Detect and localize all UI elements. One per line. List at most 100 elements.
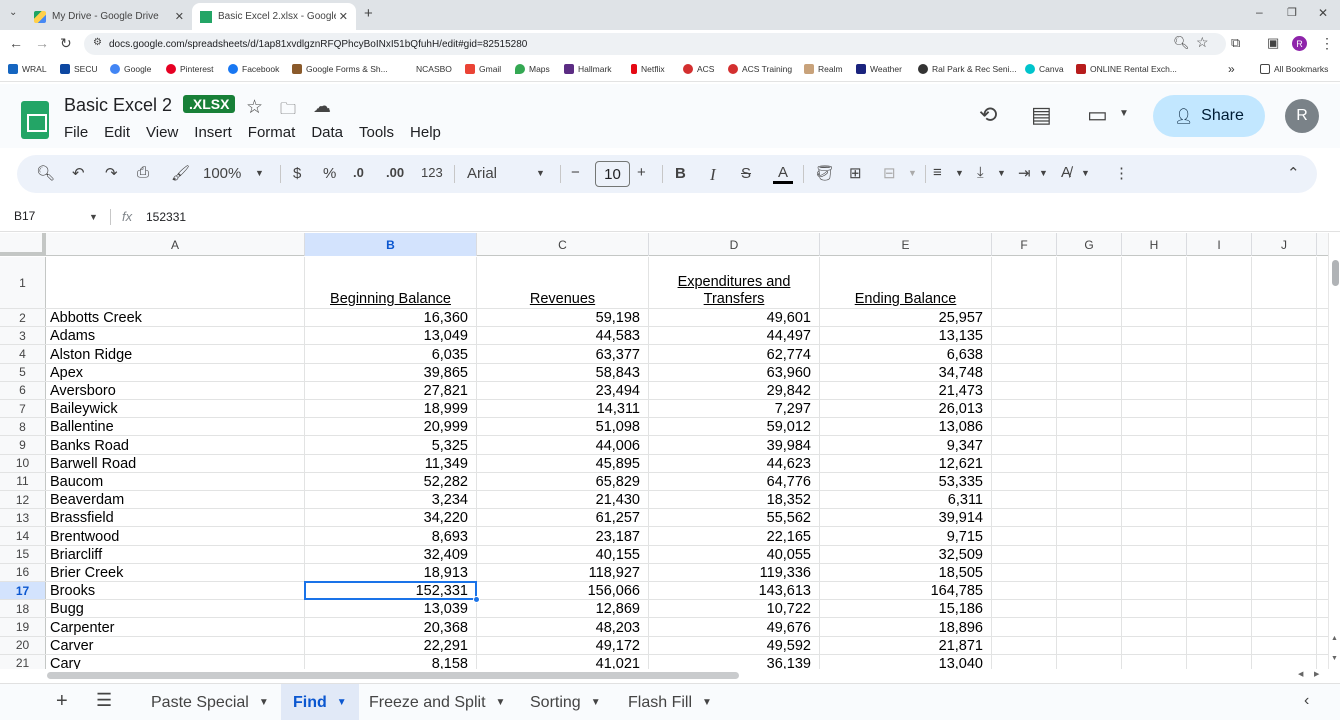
cell-d1[interactable]: Expenditures and Transfers — [649, 257, 820, 308]
cell-h17[interactable] — [1122, 582, 1187, 600]
cell-e2[interactable]: 25,957 — [820, 309, 992, 327]
column-header-d[interactable]: D — [649, 233, 820, 256]
font-select[interactable]: Arial — [467, 165, 497, 182]
bold-button[interactable]: B — [675, 165, 686, 182]
cell-c4[interactable]: 63,377 — [477, 345, 649, 363]
cell-c7[interactable]: 14,311 — [477, 400, 649, 418]
cell-g17[interactable] — [1057, 582, 1122, 600]
cell-i15[interactable] — [1187, 545, 1252, 563]
cell-f14[interactable] — [992, 527, 1057, 545]
row-header-9[interactable]: 9 — [0, 436, 46, 454]
cell-a7[interactable]: Baileywick — [46, 400, 305, 418]
cell-e18[interactable]: 15,186 — [820, 600, 992, 618]
cell-d13[interactable]: 55,562 — [649, 509, 820, 527]
cell-h13[interactable] — [1122, 509, 1187, 527]
cell-b13[interactable]: 34,220 — [305, 509, 477, 527]
font-dropdown-icon[interactable]: ▼ — [536, 168, 545, 178]
profile-avatar[interactable]: R — [1292, 36, 1307, 51]
vertical-scrollbar[interactable]: ▲ ▼ — [1328, 233, 1340, 669]
bookmark-acs[interactable]: ACS — [683, 64, 714, 74]
row-header-20[interactable]: 20 — [0, 636, 46, 654]
cell-e14[interactable]: 9,715 — [820, 527, 992, 545]
cell-c17[interactable]: 156,066 — [477, 582, 649, 600]
version-history-icon[interactable]: ⟲ — [979, 102, 997, 128]
cell-e13[interactable]: 39,914 — [820, 509, 992, 527]
meet-dropdown-icon[interactable]: ▼ — [1119, 108, 1129, 119]
cell-g10[interactable] — [1057, 454, 1122, 472]
cell-g13[interactable] — [1057, 509, 1122, 527]
cell-b9[interactable]: 5,325 — [305, 436, 477, 454]
column-header-h[interactable]: H — [1122, 233, 1187, 256]
cell-d12[interactable]: 18,352 — [649, 491, 820, 509]
cell-h1[interactable] — [1122, 257, 1187, 308]
cell-h14[interactable] — [1122, 527, 1187, 545]
bookmark-facebook[interactable]: Facebook — [228, 64, 279, 74]
cell-j7[interactable] — [1252, 400, 1317, 418]
row-header-7[interactable]: 7 — [0, 400, 46, 418]
all-bookmarks[interactable]: All Bookmarks — [1260, 64, 1328, 74]
cell-j4[interactable] — [1252, 345, 1317, 363]
cell-b19[interactable]: 20,368 — [305, 618, 477, 636]
cell-i10[interactable] — [1187, 454, 1252, 472]
cell-f19[interactable] — [992, 618, 1057, 636]
cell-i2[interactable] — [1187, 309, 1252, 327]
cell-b21[interactable]: 8,158 — [305, 654, 477, 669]
cell-a10[interactable]: Barwell Road — [46, 454, 305, 472]
row-header-5[interactable]: 5 — [0, 363, 46, 381]
column-header-e[interactable]: E — [820, 233, 992, 256]
cell-j21[interactable] — [1252, 654, 1317, 669]
scroll-right-icon[interactable]: ▶ — [1314, 670, 1319, 678]
extensions-icon[interactable]: ⧉ — [1231, 35, 1240, 51]
cell-h6[interactable] — [1122, 381, 1187, 399]
sheets-logo-icon[interactable] — [21, 101, 49, 139]
horizontal-scroll-thumb[interactable] — [47, 672, 739, 679]
cell-b18[interactable]: 13,039 — [305, 600, 477, 618]
bookmark-rental[interactable]: ONLINE Rental Exch... — [1076, 64, 1177, 74]
cell-f6[interactable] — [992, 381, 1057, 399]
cell-e8[interactable]: 13,086 — [820, 418, 992, 436]
cell-e10[interactable]: 12,621 — [820, 454, 992, 472]
cell-c10[interactable]: 45,895 — [477, 454, 649, 472]
cell-f8[interactable] — [992, 418, 1057, 436]
cell-f11[interactable] — [992, 472, 1057, 490]
formula-input[interactable]: 152331 — [146, 210, 186, 224]
row-header-10[interactable]: 10 — [0, 454, 46, 472]
cell-c12[interactable]: 21,430 — [477, 491, 649, 509]
row-header-8[interactable]: 8 — [0, 418, 46, 436]
cell-g8[interactable] — [1057, 418, 1122, 436]
cell-i21[interactable] — [1187, 654, 1252, 669]
row-header-2[interactable]: 2 — [0, 309, 46, 327]
cell-f1[interactable] — [992, 257, 1057, 308]
cell-e11[interactable]: 53,335 — [820, 472, 992, 490]
cell-h11[interactable] — [1122, 472, 1187, 490]
cell-j9[interactable] — [1252, 436, 1317, 454]
browser-tab-drive[interactable]: My Drive - Google Drive ✕ — [26, 3, 192, 30]
cell-c20[interactable]: 49,172 — [477, 636, 649, 654]
bookmark-realm[interactable]: Realm — [804, 64, 843, 74]
cell-h16[interactable] — [1122, 563, 1187, 581]
cell-i16[interactable] — [1187, 563, 1252, 581]
cell-d5[interactable]: 63,960 — [649, 363, 820, 381]
cell-f20[interactable] — [992, 636, 1057, 654]
cell-e21[interactable]: 13,040 — [820, 654, 992, 669]
move-folder-icon[interactable]: 🗀︎ — [280, 98, 296, 125]
row-header-19[interactable]: 19 — [0, 618, 46, 636]
cell-i19[interactable] — [1187, 618, 1252, 636]
increase-font-size-icon[interactable]: + — [637, 164, 646, 181]
all-sheets-icon[interactable]: ☰ — [96, 690, 112, 711]
cell-a4[interactable]: Alston Ridge — [46, 345, 305, 363]
cell-d3[interactable]: 44,497 — [649, 327, 820, 345]
cell-g20[interactable] — [1057, 636, 1122, 654]
cell-j18[interactable] — [1252, 600, 1317, 618]
bookmark-netflix[interactable]: Netflix — [631, 64, 665, 74]
cell-f12[interactable] — [992, 491, 1057, 509]
cell-d15[interactable]: 40,055 — [649, 545, 820, 563]
cell-i20[interactable] — [1187, 636, 1252, 654]
browser-menu-icon[interactable]: ⋮ — [1320, 35, 1334, 52]
merge-cells-icon[interactable]: ⊟ — [883, 164, 896, 182]
scroll-left-icon[interactable]: ◀ — [1298, 670, 1303, 678]
cell-a5[interactable]: Apex — [46, 363, 305, 381]
cell-d18[interactable]: 10,722 — [649, 600, 820, 618]
bookmark-secu[interactable]: SECU — [60, 64, 98, 74]
site-info-icon[interactable]: ⚙ — [93, 37, 102, 48]
